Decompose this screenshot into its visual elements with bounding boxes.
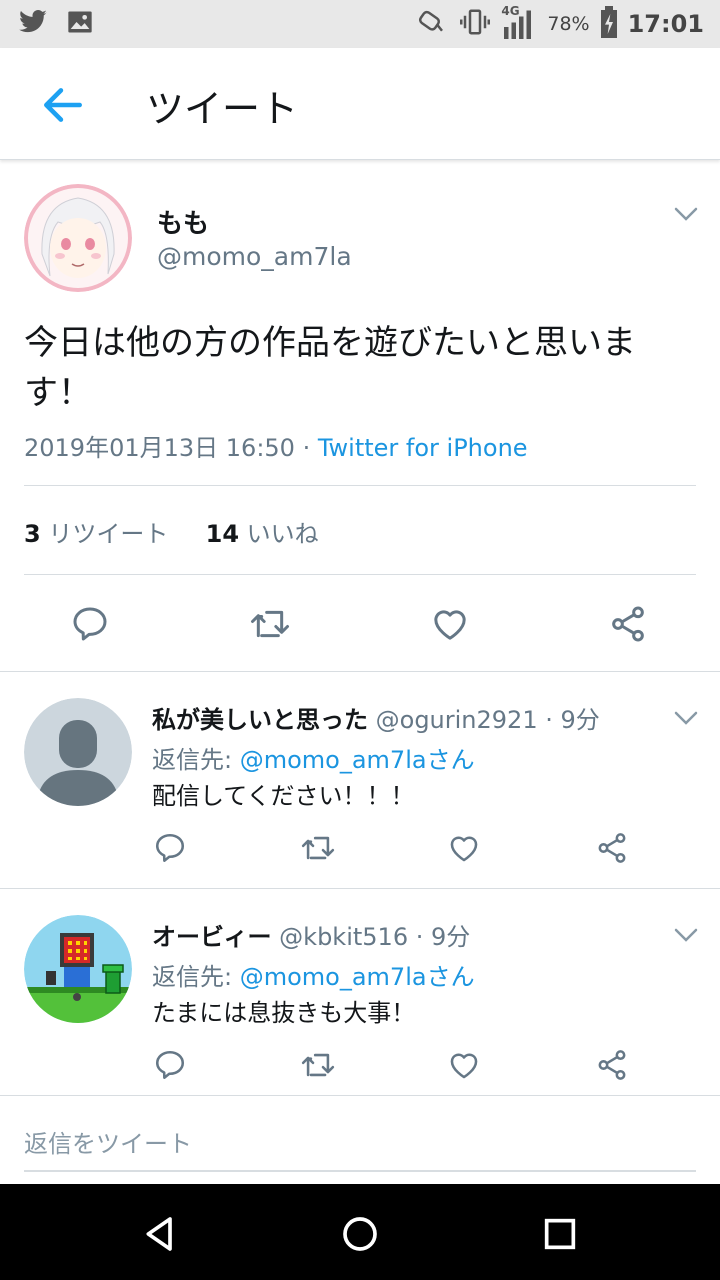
reply-to-label: 返信先: (152, 963, 240, 991)
battery-percent: 78% (547, 13, 590, 35)
chevron-down-icon[interactable] (672, 204, 700, 224)
display-name[interactable]: もも (157, 203, 209, 240)
retweet-icon[interactable] (298, 1047, 338, 1083)
avatar[interactable] (24, 698, 132, 806)
user-handle[interactable]: @ogurin2921 (376, 706, 538, 734)
reply-header: 私が美しいと思った @ogurin2921 · 9分 (152, 700, 600, 735)
tweet-source-link[interactable]: Twitter for iPhone (318, 434, 528, 462)
vibrate-icon (459, 7, 491, 41)
nav-back-icon[interactable] (138, 1212, 182, 1256)
nfc-icon (415, 7, 449, 41)
image-icon (66, 8, 94, 40)
clock: 17:01 (627, 10, 704, 38)
reply-time: · 9分 (545, 706, 600, 734)
like-stat[interactable]: 14 いいね (206, 520, 319, 548)
compose-reply-input[interactable]: 返信をツイート (24, 1124, 192, 1159)
display-name[interactable]: 私が美しいと思った (152, 706, 368, 734)
user-handle[interactable]: @momo_am7la (157, 242, 352, 271)
reply-icon[interactable] (68, 602, 112, 646)
divider (0, 1095, 720, 1096)
retweet-stat[interactable]: 3 リツイート (24, 520, 168, 548)
nav-home-icon[interactable] (338, 1212, 382, 1256)
tweet-stats: 3 リツイート 14 いいね (24, 514, 319, 549)
battery-icon (600, 6, 618, 42)
page-title: ツイート (146, 87, 299, 131)
retweet-label: リツイート (48, 520, 169, 548)
like-heart-icon[interactable] (428, 602, 472, 646)
status-bar: 4G 78% 17:01 (0, 0, 720, 48)
reply-actions (0, 1043, 720, 1091)
tweet-text: 今日は他の方の作品を遊びたいと思います！ (24, 323, 636, 413)
share-icon[interactable] (594, 830, 630, 866)
avatar[interactable] (24, 915, 132, 1023)
share-icon[interactable] (594, 1047, 630, 1083)
like-count: 14 (205, 520, 240, 548)
share-icon[interactable] (606, 602, 650, 646)
twitter-bird-icon (16, 7, 50, 41)
nav-recents-icon[interactable] (538, 1212, 582, 1256)
like-label: いいね (246, 520, 319, 548)
avatar[interactable] (24, 184, 132, 292)
display-name[interactable]: オービィー (152, 923, 272, 951)
signal-icon: 4G (501, 4, 537, 42)
reply-icon[interactable] (152, 830, 188, 866)
reply-to: 返信先: @momo_am7laさん (152, 957, 475, 992)
mention-link[interactable]: @momo_am7laさん (240, 963, 475, 991)
reply-text: 配信してください！！！ (152, 782, 415, 810)
reply-to: 返信先: @momo_am7laさん (152, 740, 475, 775)
reply-icon[interactable] (152, 1047, 188, 1083)
tweet-datetime: 2019年01月13日 16:50 (24, 434, 295, 462)
reply-tweet[interactable]: 私が美しいと思った @ogurin2921 · 9分 返信先: @momo_am… (0, 672, 720, 888)
retweet-count: 3 (24, 520, 41, 548)
divider (24, 485, 696, 486)
chevron-down-icon[interactable] (672, 925, 700, 945)
compose-underline (24, 1170, 696, 1172)
network-type-label: 4G (501, 4, 520, 18)
app-bar: ツイート (0, 48, 720, 160)
like-heart-icon[interactable] (446, 1047, 482, 1083)
chevron-down-icon[interactable] (672, 708, 700, 728)
user-handle[interactable]: @kbkit516 (279, 923, 408, 951)
retweet-icon[interactable] (246, 602, 294, 646)
back-arrow-icon[interactable] (38, 80, 88, 130)
reply-to-label: 返信先: (152, 746, 240, 774)
reply-time: · 9分 (415, 923, 471, 951)
reply-actions (0, 826, 720, 874)
divider (24, 574, 696, 575)
tweet-meta: 2019年01月13日 16:50 · Twitter for iPhone (24, 428, 528, 463)
mention-link[interactable]: @momo_am7laさん (240, 746, 475, 774)
reply-tweet[interactable]: オービィー @kbkit516 · 9分 返信先: @momo_am7laさん … (0, 889, 720, 1095)
like-heart-icon[interactable] (446, 830, 482, 866)
reply-text: たまには息抜きも大事！ (152, 999, 416, 1027)
meta-separator: · (294, 434, 318, 462)
retweet-icon[interactable] (298, 830, 338, 866)
reply-header: オービィー @kbkit516 · 9分 (152, 917, 470, 952)
system-nav-bar (0, 1184, 720, 1280)
tweet-actions (0, 592, 720, 652)
